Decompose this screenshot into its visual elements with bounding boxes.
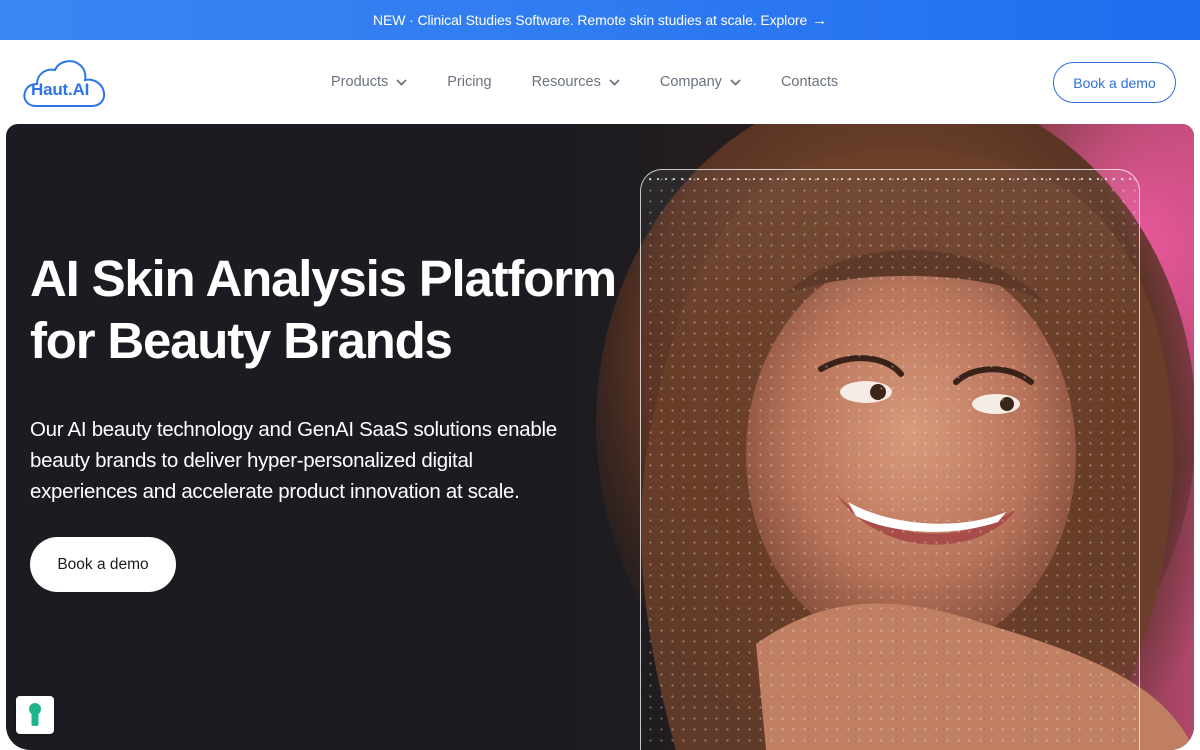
hero-title: AI Skin Analysis Platform for Beauty Bra… bbox=[30, 248, 630, 372]
skin-analysis-scan-frame bbox=[640, 169, 1140, 750]
hero-subtitle-line3: experiences and accelerate product innov… bbox=[30, 480, 520, 503]
site-header: Haut.AI Products Pricing Resources Compa… bbox=[0, 40, 1200, 124]
hero-subtitle-line2: beauty brands to deliver hyper-personali… bbox=[30, 449, 473, 472]
chevron-down-icon bbox=[730, 78, 741, 86]
hero-title-line2: for Beauty Brands bbox=[30, 312, 453, 369]
hero-title-line1: AI Skin Analysis Platform bbox=[30, 250, 617, 307]
hero-subtitle: Our AI beauty technology and GenAI SaaS … bbox=[30, 414, 610, 507]
nav-item-company[interactable]: Company bbox=[660, 62, 741, 102]
announcement-link[interactable]: NEW · Clinical Studies Software. Remote … bbox=[373, 12, 827, 29]
scan-overlay bbox=[641, 170, 1139, 750]
hero-section: AI Skin Analysis Platform for Beauty Bra… bbox=[6, 124, 1194, 750]
keyhole-lock-icon bbox=[29, 703, 41, 726]
nav-item-contacts[interactable]: Contacts bbox=[781, 62, 838, 102]
nav-item-label: Company bbox=[659, 74, 722, 90]
logo-text: Haut.AI bbox=[31, 80, 90, 99]
main-nav: Products Pricing Resources Company Conta… bbox=[331, 40, 878, 124]
privacy-widget-button[interactable] bbox=[16, 696, 54, 734]
header-book-demo-button[interactable]: Book a demo bbox=[1053, 62, 1176, 103]
nav-item-label: Resources bbox=[531, 74, 601, 90]
chevron-down-icon bbox=[396, 78, 407, 86]
logo[interactable]: Haut.AI bbox=[22, 56, 106, 108]
nav-item-products[interactable]: Products bbox=[331, 62, 407, 102]
announcement-text: NEW · Clinical Studies Software. Remote … bbox=[372, 12, 808, 28]
announcement-bar: NEW · Clinical Studies Software. Remote … bbox=[0, 0, 1200, 40]
nav-item-label: Products bbox=[331, 74, 389, 90]
nav-item-label: Pricing bbox=[447, 74, 492, 90]
nav-item-label: Contacts bbox=[780, 74, 839, 90]
arrow-right-icon: → bbox=[812, 11, 828, 29]
hero-book-demo-button[interactable]: Book a demo bbox=[30, 537, 176, 592]
nav-item-resources[interactable]: Resources bbox=[532, 62, 620, 102]
chevron-down-icon bbox=[609, 78, 620, 86]
nav-item-pricing[interactable]: Pricing bbox=[447, 62, 491, 102]
hero-subtitle-line1: Our AI beauty technology and GenAI SaaS … bbox=[30, 418, 557, 441]
